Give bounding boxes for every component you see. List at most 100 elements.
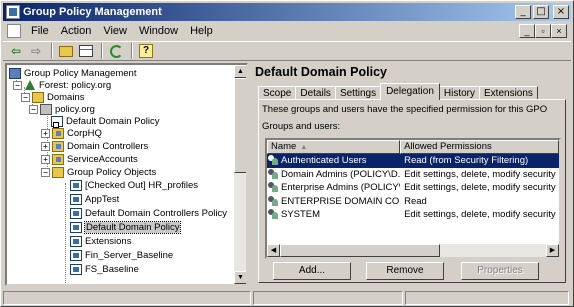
remove-button[interactable]: Remove: [366, 262, 444, 280]
add-button[interactable]: Add...: [273, 262, 351, 280]
tree-item[interactable]: Default Domain Policy: [51, 115, 159, 128]
tree-item[interactable]: − Forest: policy.org: [13, 79, 111, 91]
tab-scope[interactable]: Scope: [258, 86, 297, 100]
ou-icon: [52, 127, 64, 139]
list-item[interactable]: ENTERPRISE DOMAIN CO... Read: [267, 195, 559, 209]
refresh-icon: [109, 44, 123, 58]
delegation-panel: These groups and users have the specifie…: [258, 99, 566, 283]
collapse-toggle[interactable]: −: [13, 80, 22, 90]
tab-delegation[interactable]: Delegation: [380, 83, 440, 100]
tree-item[interactable]: [Checked Out] HR_profiles: [70, 179, 198, 191]
ou-icon: [52, 153, 64, 165]
toolbar: ⇦ ⇨ ?: [3, 41, 571, 61]
scroll-left-arrow-icon[interactable]: ◀: [267, 244, 280, 257]
tree-item[interactable]: Group Policy Management: [9, 67, 136, 79]
list-item[interactable]: SYSTEM Edit settings, delete, modify sec…: [267, 208, 559, 222]
gpo-icon: [70, 263, 82, 275]
list-item[interactable]: Domain Admins (POLICY\D... Edit settings…: [267, 168, 559, 182]
tab-settings[interactable]: Settings: [334, 86, 382, 100]
tree-item[interactable]: AppTest: [70, 193, 119, 205]
collapse-toggle[interactable]: −: [29, 104, 38, 114]
delegation-description: These groups and users have the specifie…: [262, 104, 548, 115]
up-folder-button[interactable]: [57, 43, 75, 60]
expand-toggle[interactable]: +: [41, 128, 50, 138]
groups-users-label: Groups and users:: [262, 121, 341, 132]
properties-button[interactable]: Properties: [461, 262, 539, 280]
expand-toggle[interactable]: +: [41, 141, 50, 151]
folder-icon: [32, 91, 44, 103]
close-button[interactable]: ×: [553, 5, 569, 19]
column-header-permissions[interactable]: Allowed Permissions: [400, 140, 559, 154]
tree-item[interactable]: FS_Baseline: [70, 263, 139, 275]
gpo-link-icon: [51, 115, 63, 128]
scroll-up-arrow-icon[interactable]: ▲: [234, 65, 246, 78]
menu-help[interactable]: Help: [184, 25, 219, 37]
tree-item[interactable]: + CorpHQ: [41, 127, 102, 139]
tree-item[interactable]: − policy.org: [29, 103, 95, 115]
collapse-toggle[interactable]: −: [21, 92, 30, 102]
menu-window[interactable]: Window: [133, 25, 184, 37]
tree-item[interactable]: Extensions: [70, 235, 131, 247]
scroll-thumb[interactable]: [280, 244, 440, 257]
ou-icon: [52, 140, 64, 152]
forward-icon[interactable]: ⇨: [27, 43, 45, 60]
user-group-icon: [268, 182, 279, 193]
tree-item[interactable]: − Domains: [21, 91, 85, 103]
list-item[interactable]: Enterprise Admins (POLICY\... Edit setti…: [267, 181, 559, 195]
console-tree-icon: [79, 45, 93, 57]
tree-vertical-scrollbar[interactable]: ▲ ▼: [233, 65, 246, 284]
sort-ascending-icon: ▲: [300, 144, 308, 151]
details-pane: Default Domain Policy Scope Details Sett…: [253, 63, 571, 286]
list-item[interactable]: Authenticated Users Read (from Security …: [267, 154, 559, 168]
back-icon[interactable]: ⇦: [7, 43, 25, 60]
menu-action[interactable]: Action: [55, 25, 98, 37]
tree-item[interactable]: − Group Policy Objects: [41, 166, 156, 178]
scroll-thumb[interactable]: [234, 78, 246, 173]
gpm-icon: [9, 67, 21, 79]
mdi-close-button[interactable]: ×: [551, 24, 567, 38]
permissions-list[interactable]: Name ▲ Allowed Permissions Authenticated …: [265, 138, 561, 259]
scroll-down-arrow-icon[interactable]: ▼: [234, 271, 246, 284]
list-horizontal-scrollbar[interactable]: ◀ ▶: [267, 244, 559, 257]
console-tree[interactable]: Group Policy Management − Forest: policy…: [5, 63, 248, 286]
app-window: Group Policy Management _ □ × File Actio…: [0, 0, 574, 307]
show-hide-tree-button[interactable]: [77, 43, 95, 60]
user-group-icon: [268, 209, 279, 220]
tree-item[interactable]: Default Domain Controllers Policy: [70, 207, 227, 219]
tab-history[interactable]: History: [438, 86, 481, 100]
tree-item[interactable]: + Domain Controllers: [41, 140, 148, 152]
user-group-icon: [268, 168, 279, 180]
expand-toggle[interactable]: +: [41, 154, 50, 164]
status-cell: [3, 291, 251, 305]
scroll-right-arrow-icon[interactable]: ▶: [546, 244, 559, 257]
tab-extensions[interactable]: Extensions: [479, 86, 538, 100]
menu-file[interactable]: File: [25, 25, 55, 37]
tree-item-selected[interactable]: Default Domain Policy: [70, 220, 182, 234]
mdi-restore-button[interactable]: ▫: [535, 24, 551, 38]
tree-item[interactable]: Fin_Server_Baseline: [70, 249, 173, 261]
column-header-name[interactable]: Name ▲: [267, 140, 401, 154]
status-bar: [3, 290, 571, 305]
status-cell: [253, 291, 403, 305]
tab-strip: Scope Details Settings Delegation Histor…: [258, 82, 538, 100]
gpo-icon: [70, 235, 82, 247]
menu-view[interactable]: View: [97, 25, 133, 37]
page-title: Default Domain Policy: [255, 65, 387, 79]
folder-icon: [52, 166, 64, 178]
folder-up-icon: [59, 45, 73, 57]
refresh-button[interactable]: [107, 43, 125, 60]
app-icon: [6, 5, 20, 19]
tree-item[interactable]: + ServiceAccounts: [41, 153, 138, 165]
document-icon[interactable]: [7, 24, 21, 38]
title-bar[interactable]: Group Policy Management _ □ ×: [3, 3, 571, 21]
gpo-icon: [70, 221, 82, 233]
tab-details[interactable]: Details: [295, 86, 336, 100]
list-header: Name ▲ Allowed Permissions: [267, 140, 559, 154]
collapse-toggle[interactable]: −: [41, 167, 50, 177]
minimize-button[interactable]: _: [515, 5, 531, 19]
maximize-button[interactable]: □: [533, 5, 549, 19]
help-icon: ?: [139, 44, 153, 58]
window-title: Group Policy Management: [23, 6, 162, 18]
mdi-minimize-button[interactable]: _: [519, 24, 535, 38]
help-button[interactable]: ?: [137, 43, 155, 60]
